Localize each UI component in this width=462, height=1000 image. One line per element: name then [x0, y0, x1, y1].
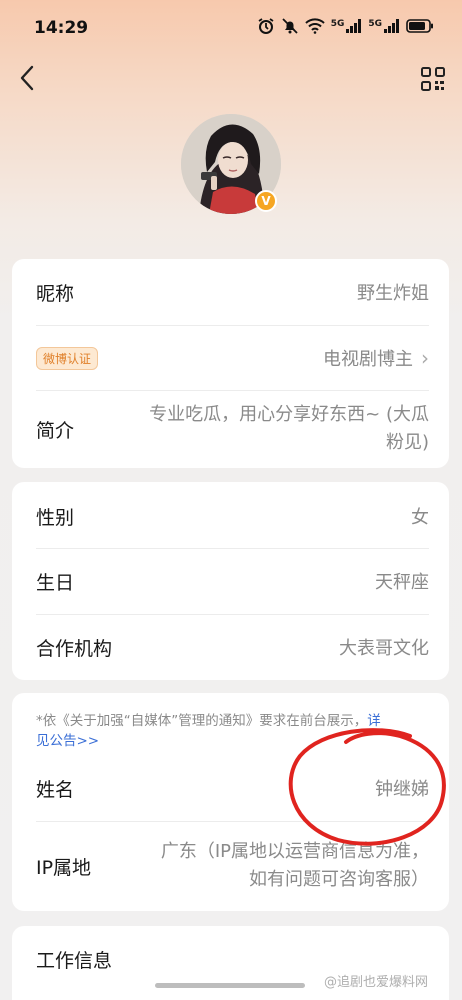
notice-text: *依《关于加强“自媒体”管理的通知》要求在前台展示， — [36, 713, 368, 729]
signal-bars-icon — [346, 19, 362, 33]
signal-1: 5G — [331, 19, 363, 33]
bio-value-line2: 粉见) — [385, 432, 429, 453]
real-name-row: 姓名 钟继娣 — [36, 775, 429, 801]
signal-2: 5G — [368, 19, 400, 33]
gender-value: 女 — [411, 507, 429, 528]
divider — [36, 390, 429, 391]
status-time: 14:29 — [34, 18, 89, 38]
ip-location-row[interactable]: IP属地 广东（IP属地以运营商信息为准， 如有问题可咨询客服） — [36, 835, 429, 897]
nickname-label: 昵称 — [36, 282, 75, 305]
status-icons: 5G 5G — [257, 17, 434, 35]
profile-detail-card: 性别 女 生日 天秤座 合作机构 大表哥文化 — [12, 482, 449, 680]
birthday-value: 天秤座 — [375, 572, 429, 593]
qr-code-button[interactable] — [420, 66, 446, 92]
mute-bell-icon — [282, 18, 298, 34]
work-info-row[interactable]: 工作信息 — [36, 946, 429, 972]
public-info-card: *依《关于加强“自媒体”管理的通知》要求在前台展示，详 见公告>> 姓名 钟继娣… — [12, 693, 449, 911]
network-type-1: 5G — [330, 19, 345, 29]
verified-badge-icon: V — [255, 190, 277, 212]
agency-value: 大表哥文化 — [339, 638, 429, 659]
profile-basic-card: 昵称 野生炸姐 微博认证 电视剧博主 › 简介 专业吃瓜，用心分享好东西~ (大… — [12, 259, 449, 468]
verification-value: 电视剧博主 — [323, 349, 413, 370]
birthday-row[interactable]: 生日 天秤座 — [36, 568, 429, 594]
wifi-icon — [304, 18, 325, 34]
qr-code-icon — [421, 67, 445, 91]
ip-location-line2: 如有问题可咨询客服） — [249, 869, 429, 890]
divider — [36, 325, 429, 326]
battery-icon — [406, 19, 433, 33]
avatar[interactable]: V — [181, 114, 281, 214]
watermark: @追剧也爱爆料网 — [323, 975, 428, 990]
real-name-label: 姓名 — [36, 778, 75, 801]
work-info-label: 工作信息 — [36, 949, 113, 972]
bio-value: 专业吃瓜，用心分享好东西~ (大瓜 粉见) — [149, 401, 429, 457]
ip-location-value: 广东（IP属地以运营商信息为准， 如有问题可咨询客服） — [161, 838, 429, 894]
birthday-label: 生日 — [36, 571, 75, 594]
verification-value-wrap: 电视剧博主 › — [323, 345, 429, 371]
verification-row[interactable]: 微博认证 电视剧博主 › — [36, 344, 429, 372]
nickname-value: 野生炸姐 — [357, 283, 429, 304]
alarm-icon — [258, 18, 274, 34]
notice-link-part1[interactable]: 详 — [367, 713, 381, 729]
divider — [36, 821, 429, 822]
gender-row[interactable]: 性别 女 — [36, 503, 429, 529]
bio-label: 简介 — [36, 419, 75, 442]
public-display-notice: *依《关于加强“自媒体”管理的通知》要求在前台展示，详 见公告>> — [36, 711, 419, 751]
home-indicator — [155, 983, 305, 988]
ip-location-label: IP属地 — [36, 856, 92, 879]
agency-label: 合作机构 — [36, 637, 113, 660]
bio-row[interactable]: 简介 专业吃瓜，用心分享好东西~ (大瓜 粉见) — [36, 400, 429, 458]
weibo-verification-badge: 微博认证 — [36, 346, 99, 370]
real-name-value: 钟继娣 — [375, 779, 429, 800]
chevron-left-icon — [20, 65, 34, 91]
notice-link-part2[interactable]: 见公告>> — [36, 733, 99, 749]
divider — [36, 548, 429, 549]
ip-location-line1: 广东（IP属地以运营商信息为准， — [160, 841, 429, 862]
status-bar: 14:29 5G 5G — [0, 0, 462, 60]
gender-label: 性别 — [36, 506, 75, 529]
agency-row[interactable]: 合作机构 大表哥文化 — [36, 634, 429, 660]
divider — [36, 614, 429, 615]
nickname-row[interactable]: 昵称 野生炸姐 — [36, 279, 429, 305]
bio-value-line1: 专业吃瓜，用心分享好东西~ (大瓜 — [149, 404, 429, 425]
network-type-2: 5G — [368, 19, 382, 29]
signal-bars-icon — [384, 19, 399, 33]
back-button[interactable] — [14, 62, 42, 94]
chevron-right-icon: › — [421, 346, 429, 370]
